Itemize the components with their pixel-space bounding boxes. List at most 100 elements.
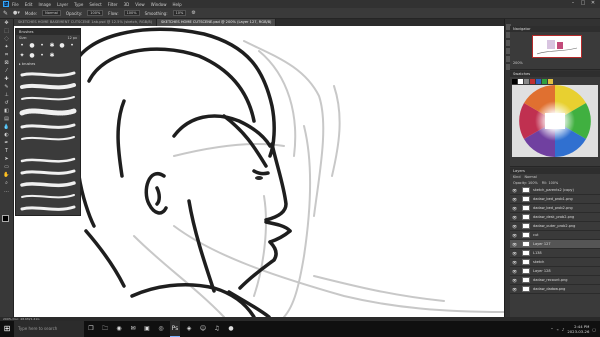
photoshop-app-icon[interactable]: Ps	[3, 1, 9, 7]
zoom-tool-icon[interactable]: ⌕	[2, 180, 12, 187]
brush-size-picker[interactable]: ●▾	[13, 10, 20, 16]
maximize-icon[interactable]: □	[578, 0, 588, 6]
store-icon[interactable]: ▣	[142, 321, 152, 337]
swatch[interactable]	[536, 79, 541, 84]
menu-file[interactable]: File	[12, 2, 19, 7]
layers-blend-mode[interactable]: Normal	[524, 175, 536, 179]
visibility-eye-icon[interactable]: 👁	[510, 213, 519, 222]
visibility-eye-icon[interactable]: 👁	[510, 285, 519, 294]
brush-tip-icon[interactable]: •	[38, 52, 46, 60]
healing-tool-icon[interactable]: ✚	[2, 76, 12, 83]
brush-tip-icon[interactable]: •	[68, 42, 76, 50]
settings-gear-icon[interactable]: ⚙	[191, 10, 195, 16]
layer-row[interactable]: 👁 Layer 128	[510, 267, 600, 276]
menu-select[interactable]: Select	[89, 2, 101, 7]
network-icon[interactable]: ⌁	[557, 327, 559, 332]
brush-size-value[interactable]: 12 px	[67, 35, 77, 41]
brush-tool-preset-icon[interactable]: ✎	[3, 10, 8, 17]
tray-chevron-icon[interactable]: ⌃	[550, 327, 553, 332]
menu-view[interactable]: View	[135, 2, 145, 7]
path-select-tool-icon[interactable]: ➤	[2, 156, 12, 163]
menu-type[interactable]: Type	[74, 2, 83, 7]
swatch[interactable]	[524, 79, 529, 84]
more-tools-icon[interactable]: …	[2, 188, 12, 195]
close-icon[interactable]: ✕	[588, 0, 598, 6]
flow-input[interactable]: 100%	[123, 10, 140, 16]
menu-image[interactable]: Image	[38, 2, 51, 7]
layer-row[interactable]: 👁 dadaw_desk_prob2.png	[510, 213, 600, 222]
visibility-eye-icon[interactable]: 👁	[510, 222, 519, 231]
swatch[interactable]	[530, 79, 535, 84]
foreground-color-swatch[interactable]	[2, 215, 9, 222]
notification-icon[interactable]: ▢	[592, 327, 596, 332]
steam-icon[interactable]: ◈	[184, 321, 194, 337]
brush-tip-icon[interactable]: •	[18, 42, 26, 50]
color-wheel[interactable]	[512, 85, 598, 157]
layer-row[interactable]: 👁 dadaw_outer_prob2.png	[510, 222, 600, 231]
taskbar-clock[interactable]: 2:44 PM 2023-03-26	[567, 324, 589, 334]
browser-icon[interactable]: ◉	[114, 321, 124, 337]
opacity-input[interactable]: 100%	[87, 10, 104, 16]
layer-row[interactable]: 👁 dadaw_recount.png	[510, 276, 600, 285]
menu-3d[interactable]: 3D	[124, 2, 130, 7]
menu-layer[interactable]: Layer	[57, 2, 68, 7]
layers-kind-filter[interactable]: Kind	[513, 175, 520, 179]
menu-window[interactable]: Window	[151, 2, 167, 7]
discord-icon[interactable]: ☺	[198, 321, 208, 337]
hand-tool-icon[interactable]: ✋	[2, 172, 12, 179]
swatch[interactable]	[542, 79, 547, 84]
visibility-eye-icon[interactable]: 👁	[510, 249, 519, 258]
visibility-eye-icon[interactable]: 👁	[510, 204, 519, 213]
layer-row[interactable]: 👁 dadaw_dadaw.png	[510, 285, 600, 294]
swatch[interactable]	[518, 79, 523, 84]
visibility-eye-icon[interactable]: 👁	[510, 231, 519, 240]
dodge-tool-icon[interactable]: ◐	[2, 132, 12, 139]
layer-row-selected[interactable]: 👁 Layer 127	[510, 240, 600, 249]
task-view-icon[interactable]: ❐	[86, 321, 96, 337]
brush-tip-icon[interactable]: ✱	[48, 52, 56, 60]
type-tool-icon[interactable]: T	[2, 148, 12, 155]
marquee-tool-icon[interactable]: ⬚	[2, 28, 12, 35]
visibility-eye-icon[interactable]: 👁	[510, 258, 519, 267]
layer-row[interactable]: 👁 cut	[510, 231, 600, 240]
brush-tool-icon[interactable]: ✎	[2, 84, 12, 91]
navigator-zoom-value[interactable]: 200%	[513, 61, 523, 65]
smoothing-input[interactable]: 10%	[172, 10, 187, 16]
volume-icon[interactable]: ♪	[562, 327, 564, 332]
layer-row[interactable]: 👁 sketch	[510, 258, 600, 267]
visibility-eye-icon[interactable]: 👁	[510, 195, 519, 204]
minimize-icon[interactable]: –	[568, 0, 578, 6]
brush-tip-icon[interactable]: •	[38, 42, 46, 50]
layer-row[interactable]: 👁 dadaw_bed_prob1.png	[510, 195, 600, 204]
menu-help[interactable]: Help	[172, 2, 181, 7]
file-explorer-icon[interactable]: 🗀	[100, 321, 110, 337]
brush-tip-icon[interactable]: ●	[28, 42, 36, 50]
tab-basement-cutscene[interactable]: SKETCHES HOME BASEMENT CUTSCENE 1ab.psd …	[14, 19, 158, 26]
quick-select-tool-icon[interactable]: ✦	[2, 44, 12, 51]
menu-edit[interactable]: Edit	[25, 2, 33, 7]
layer-row[interactable]: 👁 L138	[510, 249, 600, 258]
layer-row[interactable]: 👁 sketch_parents2 (copy)	[510, 186, 600, 195]
layer-row[interactable]: 👁 dadaw_bed_prob2.png	[510, 204, 600, 213]
obs-icon[interactable]: ●	[226, 321, 236, 337]
pen-tool-icon[interactable]: ✒	[2, 140, 12, 147]
history-brush-tool-icon[interactable]: ↺	[2, 100, 12, 107]
document-canvas[interactable]	[14, 26, 504, 317]
crop-tool-icon[interactable]: ⌗	[2, 52, 12, 59]
swatch[interactable]	[548, 79, 553, 84]
blur-tool-icon[interactable]: 💧	[2, 124, 12, 131]
taskbar-search-input[interactable]: Type here to search	[14, 321, 84, 337]
eraser-tool-icon[interactable]: ◧	[2, 108, 12, 115]
menu-filter[interactable]: Filter	[108, 2, 118, 7]
spotify-icon[interactable]: ♫	[212, 321, 222, 337]
stamp-tool-icon[interactable]: ⊥	[2, 92, 12, 99]
swatch[interactable]	[512, 79, 517, 84]
layers-opacity[interactable]: Opacity: 100%	[513, 181, 538, 185]
move-tool-icon[interactable]: ✥	[2, 20, 12, 27]
windows-start-icon[interactable]: ⊞	[0, 321, 14, 337]
mode-select[interactable]: Normal	[42, 10, 61, 16]
lasso-tool-icon[interactable]: ◌	[2, 36, 12, 43]
brush-tip-icon[interactable]: ●	[58, 42, 66, 50]
navigator-thumbnail[interactable]	[532, 35, 582, 58]
visibility-eye-icon[interactable]: 👁	[510, 186, 519, 195]
